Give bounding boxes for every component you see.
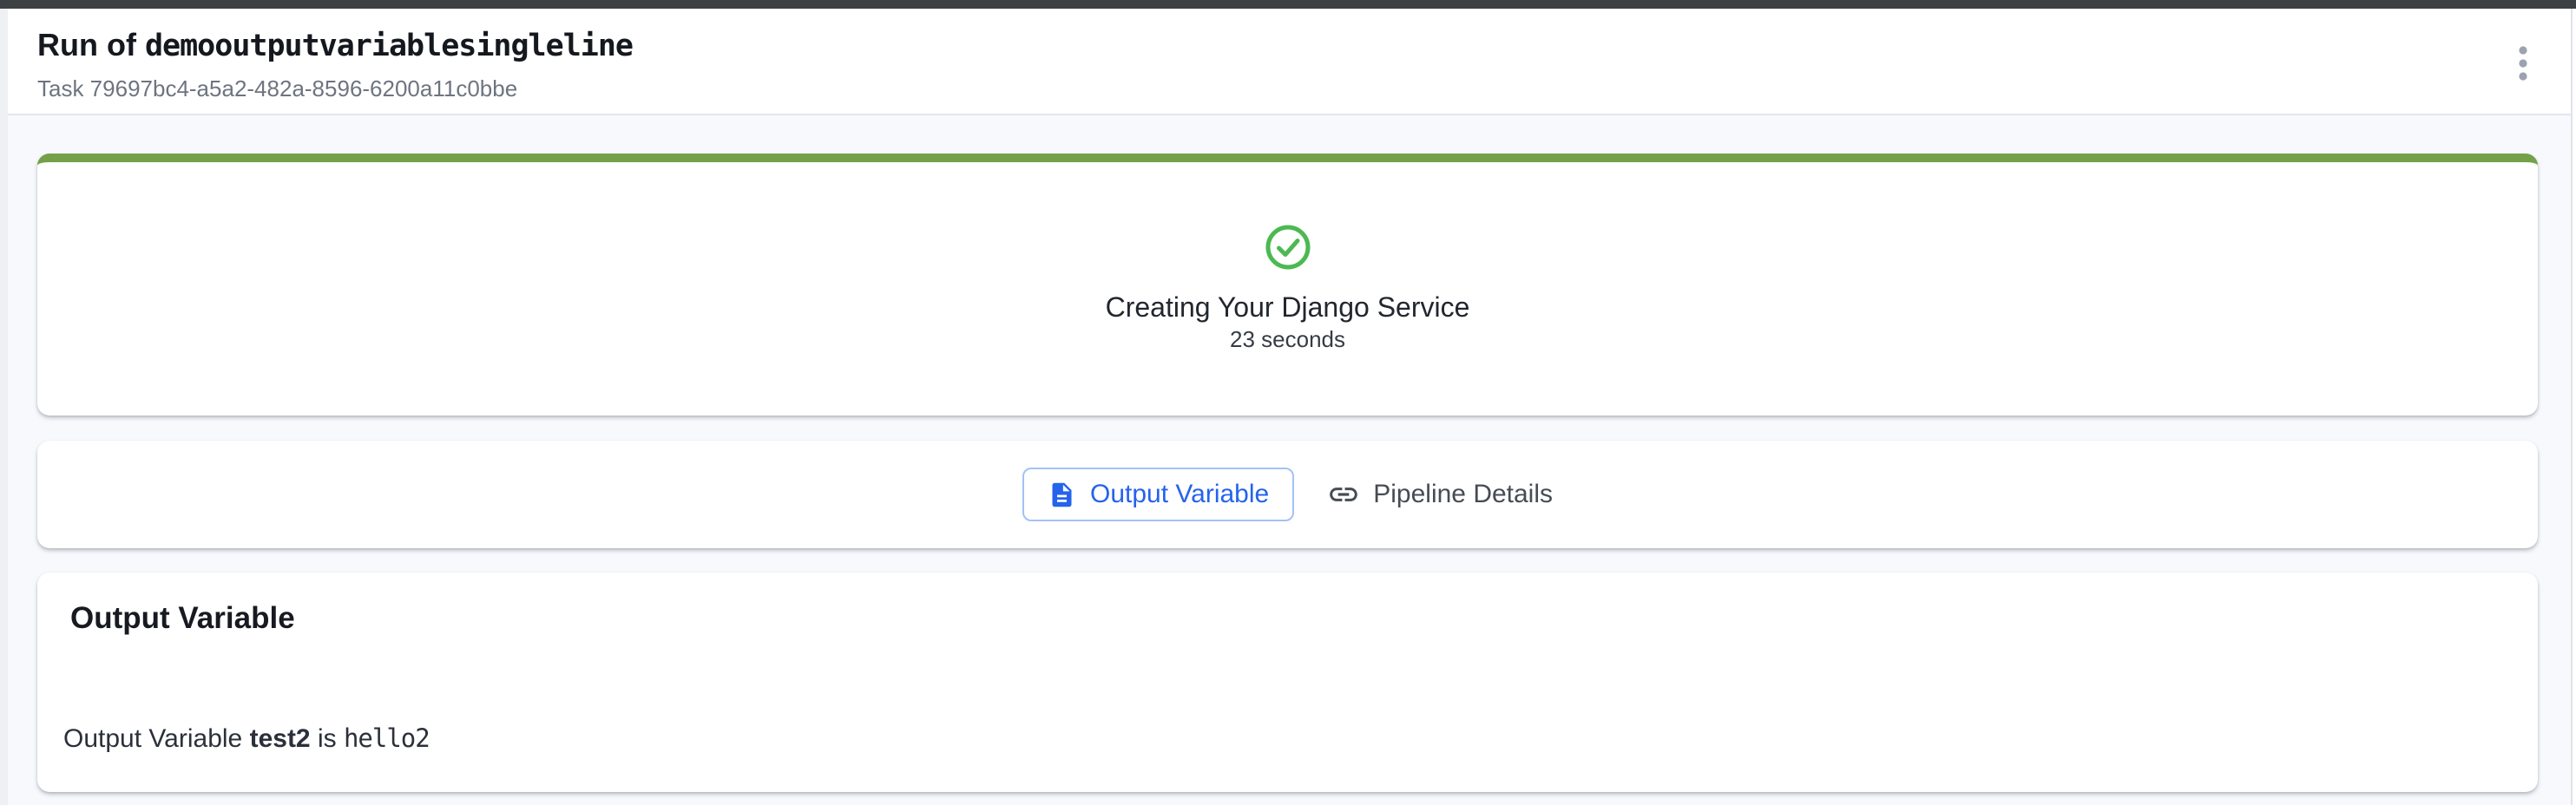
tab-output-variable[interactable]: Output Variable [1022,468,1294,521]
left-scrollbar-track [0,9,8,805]
output-variable-card: Output Variable Output Variable test2 is… [37,573,2538,792]
link-icon [1327,478,1360,511]
tab-output-variable-label: Output Variable [1090,480,1269,509]
run-title: Run of demooutputvariablesingleline [37,28,2576,63]
page-header: Run of demooutputvariablesingleline Task… [0,9,2576,115]
run-title-prefix: Run of [37,27,145,62]
more-options-button[interactable] [2503,43,2543,83]
success-check-icon [1265,224,1311,271]
output-line-prefix: Output Variable [63,724,250,753]
output-variable-name: test2 [250,724,311,753]
tab-pipeline-details-label: Pipeline Details [1373,480,1553,509]
kebab-menu-icon [2517,44,2529,82]
output-line-middle: is [311,724,344,753]
output-variable-value: hello2 [344,723,430,753]
tab-pipeline-details[interactable]: Pipeline Details [1327,478,1553,511]
task-id: Task 79697bc4-a5a2-482a-8596-6200a11c0bb… [37,74,2576,103]
tab-bar-card: Output Variable Pipeline Details [37,441,2538,548]
output-variable-line: Output Variable test2 is hello2 [63,722,2503,756]
right-scrollbar-track[interactable] [2571,9,2576,805]
output-variable-heading: Output Variable [70,600,2503,637]
status-title: Creating Your Django Service [1106,290,1470,324]
document-icon [1048,481,1076,509]
status-card: Creating Your Django Service 23 seconds [37,154,2538,416]
window-top-edge [0,0,2576,9]
status-duration: 23 seconds [1230,324,1345,354]
run-title-name: demooutputvariablesingleline [145,29,633,63]
